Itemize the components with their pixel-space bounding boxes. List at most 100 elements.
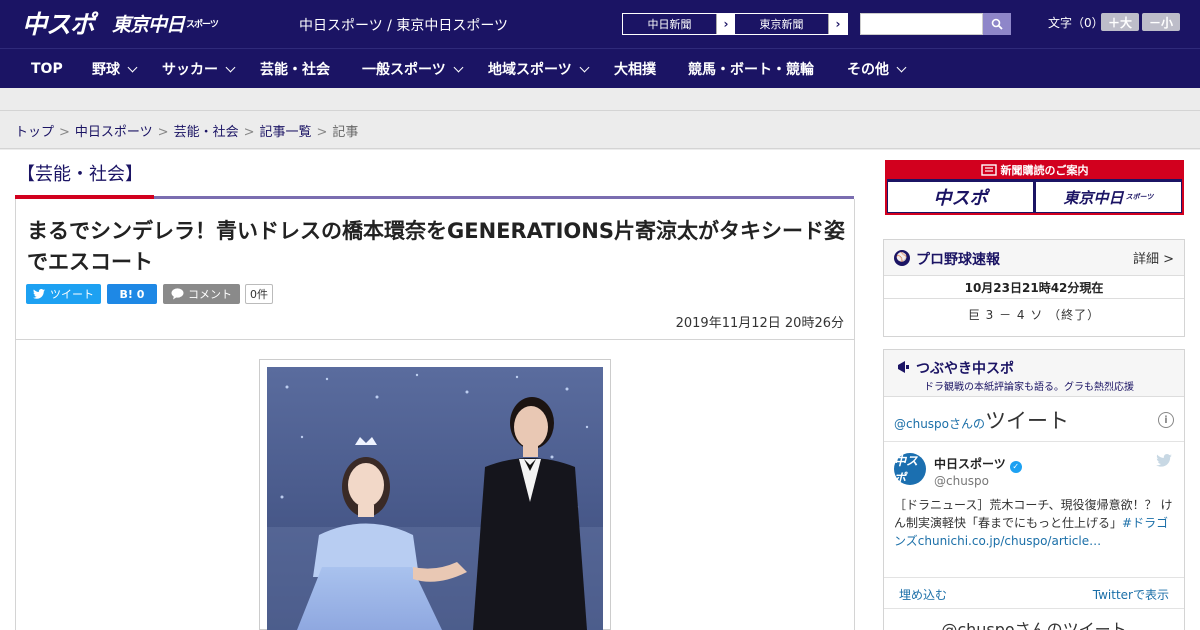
nav-soccer[interactable]: サッカー xyxy=(162,49,236,89)
breadcrumb-entertainment[interactable]: 芸能・社会 xyxy=(174,125,239,140)
breadcrumb-band xyxy=(0,88,1200,150)
subscription-ad-title: 新聞購読のご案内 xyxy=(885,160,1184,179)
tokyo-shimbun-link[interactable]: 東京新聞 › xyxy=(734,13,848,35)
article-photo[interactable] xyxy=(267,367,603,630)
ad-tokyo-text: 東京中日 xyxy=(1063,188,1124,207)
main-nav: TOP 野球 サッカー 芸能・社会 一般スポーツ 地域スポーツ 大相撲 競馬・ボ… xyxy=(0,48,1200,88)
chevron-down-icon xyxy=(225,62,236,72)
tweet-account-name[interactable]: 中日スポーツ ✓ xyxy=(934,455,1022,473)
avatar[interactable]: 中スポ xyxy=(894,453,926,485)
chunichi-shimbun-link[interactable]: 中日新聞 › xyxy=(622,13,736,35)
baseball-scores-widget: ⚾ プロ野球速報 詳細 > 10月23日21時42分現在 巨 3 － 4 ソ （… xyxy=(883,239,1185,337)
nav-label: 芸能・社会 xyxy=(260,62,330,78)
section-heading: 【芸能・社会】 xyxy=(17,164,143,185)
nav-baseball[interactable]: 野球 xyxy=(92,49,138,89)
twitter-bird-icon xyxy=(33,289,45,299)
baseball-widget-header: ⚾ プロ野球速報 詳細 > xyxy=(884,240,1184,276)
nav-label: 一般スポーツ xyxy=(362,62,446,78)
chuspo-logo[interactable]: 中スポ xyxy=(22,8,95,39)
ad-chuspo-button[interactable]: 中スポ xyxy=(888,182,1033,212)
divider xyxy=(884,441,1184,442)
top-header: 中スポ 東京中日 スポーツ 中日スポーツ / 東京中日スポーツ 中日新聞 › 東京… xyxy=(0,0,1200,48)
comment-button[interactable]: コメント xyxy=(163,284,240,304)
nav-label: サッカー xyxy=(162,62,218,78)
tokyo-chunichi-logo[interactable]: 東京中日 スポーツ xyxy=(112,8,219,38)
font-size-label: 文字（0） xyxy=(1048,16,1104,30)
article-title: まるでシンデレラ！青いドレスの橋本環奈をGENERATIONS片寄涼太がタキシー… xyxy=(27,219,845,274)
breadcrumb-separator: > xyxy=(243,125,255,140)
tweet-account-handle[interactable]: @chuspo xyxy=(934,474,989,488)
breadcrumb-chunichi-sports[interactable]: 中日スポーツ xyxy=(75,125,153,140)
nav-top[interactable]: TOP xyxy=(31,49,63,89)
speech-bubble-icon xyxy=(171,288,184,300)
nav-other[interactable]: その他 xyxy=(847,49,907,89)
search-icon xyxy=(991,18,1003,30)
info-icon[interactable]: i xyxy=(1158,412,1174,428)
divider xyxy=(884,608,1184,609)
divider xyxy=(0,110,1200,111)
ad-title-text: 新聞購読のご案内 xyxy=(1000,163,1089,177)
nav-label: 地域スポーツ xyxy=(488,62,572,78)
baseball-icon: ⚾ xyxy=(894,250,910,266)
search-button[interactable] xyxy=(983,13,1011,35)
ad-tokyo-chunichi-button[interactable]: 東京中日 スポーツ xyxy=(1036,182,1181,212)
tweets-heading[interactable]: @chuspoさんのツイート xyxy=(894,405,1069,435)
breadcrumb-top[interactable]: トップ xyxy=(15,125,54,140)
tokyo-logo-small: スポーツ xyxy=(186,19,219,30)
tweet-button[interactable]: ツイート xyxy=(26,284,101,304)
hatena-bookmark-button[interactable]: B! 0 xyxy=(107,284,157,304)
tweets-heading-prefix: @chuspoさんの xyxy=(894,417,986,431)
view-on-twitter-link[interactable]: Twitterで表示 xyxy=(1093,586,1169,603)
chevron-down-icon xyxy=(579,62,590,72)
chevron-down-icon xyxy=(453,62,464,72)
breadcrumb: トップ > 中日スポーツ > 芸能・社会 > 記事一覧 > 記事 xyxy=(15,121,358,140)
chevron-right-icon: › xyxy=(835,17,841,31)
chevron-down-icon xyxy=(896,62,907,72)
font-smaller-button[interactable]: －小 xyxy=(1142,13,1180,31)
megaphone-icon xyxy=(896,359,912,379)
twitter-bird-icon[interactable] xyxy=(1156,454,1172,471)
tweet-label: ツイート xyxy=(50,288,94,301)
hatena-label: B! 0 xyxy=(119,287,145,301)
nav-entertainment[interactable]: 芸能・社会 xyxy=(260,49,330,89)
breadcrumb-article-list[interactable]: 記事一覧 xyxy=(260,125,312,140)
ad-tokyo-small: スポーツ xyxy=(1125,193,1154,201)
nav-label: 野球 xyxy=(92,62,120,78)
chevron-right-icon: › xyxy=(723,17,729,31)
font-larger-button[interactable]: ＋大 xyxy=(1101,13,1139,31)
chevron-down-icon xyxy=(127,62,138,72)
nav-label: 競馬・ボート・競輪 xyxy=(688,62,814,78)
baseball-detail-link[interactable]: 詳細 > xyxy=(1133,248,1174,267)
search-input[interactable] xyxy=(860,13,983,35)
nav-racing[interactable]: 競馬・ボート・競輪 xyxy=(688,49,814,89)
tweets-heading-big: ツイート xyxy=(985,409,1070,433)
site-title: 中日スポーツ / 東京中日スポーツ xyxy=(299,18,509,34)
twitter-widget: つぶやき中スポ ドラ観戦の本紙評論家も語る。グラも熱烈応援 @chuspoさんの… xyxy=(883,349,1185,630)
nav-label: 大相撲 xyxy=(614,62,656,78)
breadcrumb-current: 記事 xyxy=(332,125,359,140)
nav-label: TOP xyxy=(31,61,63,77)
tokyo-link-label: 東京新聞 xyxy=(735,14,829,34)
comment-count[interactable]: 0件 xyxy=(245,284,273,304)
photo-illustration xyxy=(267,367,603,630)
newspaper-icon xyxy=(980,163,997,176)
twitter-widget-header: つぶやき中スポ ドラ観戦の本紙評論家も語る。グラも熱烈応援 xyxy=(884,350,1184,397)
article-date: 2019年11月12日 20時26分 xyxy=(675,316,844,331)
chunichi-link-label: 中日新聞 xyxy=(623,14,717,34)
tokyo-logo-text: 東京中日 xyxy=(112,13,185,36)
divider xyxy=(884,577,1184,578)
divider xyxy=(0,148,1200,149)
nav-sumo[interactable]: 大相撲 xyxy=(614,49,656,89)
breadcrumb-separator: > xyxy=(59,125,70,140)
twitter-widget-subtitle: ドラ観戦の本紙評論家も語る。グラも熱烈応援 xyxy=(924,382,1134,393)
baseball-widget-title: プロ野球速報 xyxy=(916,252,1000,268)
baseball-score[interactable]: 巨 3 － 4 ソ （終了） xyxy=(884,306,1184,323)
nav-general-sports[interactable]: 一般スポーツ xyxy=(362,49,464,89)
embed-link[interactable]: 埋め込む xyxy=(899,586,947,603)
twitter-widget-title: つぶやき中スポ xyxy=(916,361,1014,377)
baseball-update-time: 10月23日21時42分現在 xyxy=(884,276,1184,299)
more-tweets-link[interactable]: @chuspoさんのツイート xyxy=(884,616,1184,630)
nav-regional-sports[interactable]: 地域スポーツ xyxy=(488,49,590,89)
tweet-text: ［ドラニュース］荒木コーチ、現役復帰意欲！？ けん制実演軽快「春までにもっと仕上… xyxy=(894,496,1174,550)
nav-label: その他 xyxy=(847,62,889,78)
